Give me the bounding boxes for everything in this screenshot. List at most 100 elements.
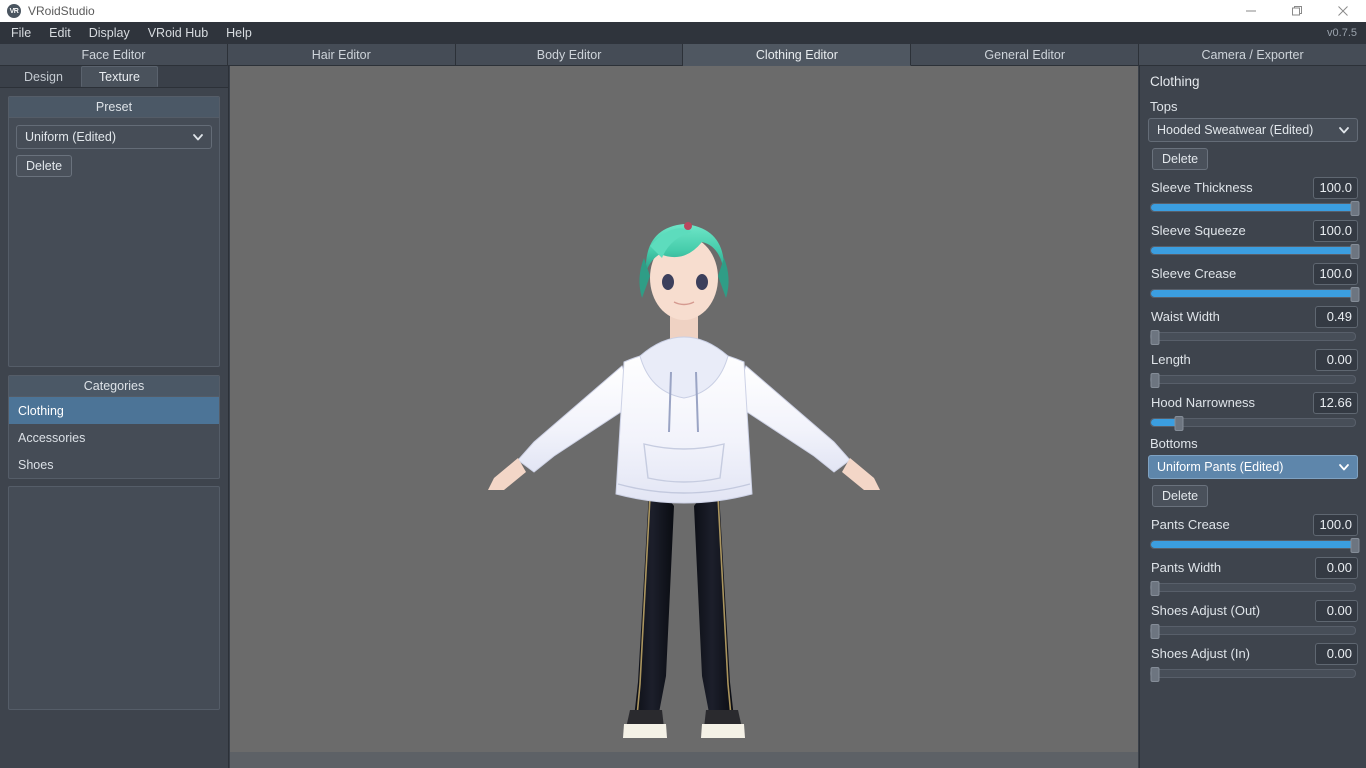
- sub-tab-texture[interactable]: Texture: [80, 66, 158, 87]
- category-item-shoes[interactable]: Shoes: [9, 451, 219, 478]
- param-sleeve-thickness: Sleeve Thickness 100.0: [1146, 172, 1360, 216]
- menu-item-vroid-hub[interactable]: VRoid Hub: [139, 22, 217, 44]
- tops-group-label: Tops: [1150, 99, 1178, 114]
- menu-item-display[interactable]: Display: [80, 22, 139, 44]
- param-slider[interactable]: [1150, 667, 1356, 682]
- bottoms-dropdown-value: Uniform Pants (Edited): [1157, 460, 1284, 474]
- param-slider[interactable]: [1150, 287, 1360, 302]
- right-panel: Clothing Tops Hooded Sweatwear (Edited) …: [1139, 66, 1366, 768]
- bottoms-delete-button[interactable]: Delete: [1152, 485, 1209, 507]
- left-panel-empty-area: [8, 486, 220, 710]
- param-label: Shoes Adjust (In): [1151, 646, 1250, 661]
- tops-dropdown-wrap: Hooded Sweatwear (Edited): [1146, 118, 1360, 142]
- tab-hair-editor[interactable]: Hair Editor: [227, 44, 456, 66]
- version-label: v0.7.5: [1327, 27, 1357, 39]
- param-value[interactable]: 100.0: [1313, 219, 1358, 242]
- tops-delete-button[interactable]: Delete: [1152, 148, 1209, 170]
- param-label: Sleeve Thickness: [1151, 180, 1253, 195]
- param-pants-width: Pants Width 0.00: [1146, 552, 1360, 596]
- maximize-icon[interactable]: [1274, 0, 1320, 22]
- param-length: Length 0.00: [1146, 344, 1360, 388]
- tab-camera-exporter[interactable]: Camera / Exporter: [1139, 44, 1366, 66]
- model-viewport[interactable]: [230, 66, 1138, 752]
- category-item-clothing[interactable]: Clothing: [9, 397, 219, 424]
- chevron-down-icon: [192, 131, 204, 143]
- vroid-studio-window: VR VRoidStudio File Edit Display VRoid H…: [0, 0, 1366, 768]
- tops-delete-wrap: Delete: [1146, 142, 1360, 172]
- hair-accessory: [684, 222, 692, 230]
- hand-left: [488, 458, 526, 490]
- param-label: Waist Width: [1151, 309, 1220, 324]
- eye-left: [662, 274, 674, 290]
- preset-dropdown-value: Uniform (Edited): [25, 130, 116, 144]
- bottoms-dropdown-wrap: Uniform Pants (Edited): [1146, 455, 1360, 479]
- preset-delete-button[interactable]: Delete: [16, 155, 73, 177]
- tab-clothing-editor[interactable]: Clothing Editor: [683, 44, 912, 66]
- param-label: Length: [1151, 352, 1191, 367]
- categories-panel-header: Categories: [9, 376, 219, 397]
- chevron-down-icon: [1338, 124, 1350, 136]
- app-logo-icon: VR: [7, 4, 21, 18]
- minimize-icon[interactable]: [1228, 0, 1274, 22]
- param-slider[interactable]: [1150, 581, 1356, 596]
- param-value[interactable]: 100.0: [1313, 262, 1358, 285]
- categories-list: Clothing Accessories Shoes: [9, 397, 219, 478]
- param-label: Shoes Adjust (Out): [1151, 603, 1261, 618]
- preset-panel-body: Uniform (Edited) Delete: [9, 118, 219, 366]
- menu-item-edit[interactable]: Edit: [40, 22, 80, 44]
- left-panel: Design Texture Preset Uniform (Edited) D…: [0, 66, 229, 768]
- param-slider[interactable]: [1150, 538, 1360, 553]
- param-value[interactable]: 12.66: [1313, 391, 1358, 414]
- tab-body-editor[interactable]: Body Editor: [455, 44, 684, 66]
- character-model: [488, 222, 880, 738]
- chevron-down-icon: [1338, 461, 1350, 473]
- app-title: VRoidStudio: [28, 4, 95, 18]
- eye-right: [696, 274, 708, 290]
- hand-right: [842, 458, 880, 490]
- param-value[interactable]: 0.00: [1315, 642, 1358, 665]
- viewport-bottom-strip: [230, 752, 1138, 768]
- param-waist-width: Waist Width 0.49: [1146, 301, 1360, 345]
- bottoms-dropdown[interactable]: Uniform Pants (Edited): [1148, 455, 1358, 479]
- shoes: [623, 710, 745, 738]
- param-label: Sleeve Squeeze: [1151, 223, 1246, 238]
- preset-panel: Preset Uniform (Edited) Delete: [8, 96, 220, 367]
- close-icon[interactable]: [1320, 0, 1366, 22]
- hair-side-right: [718, 258, 729, 298]
- param-slider[interactable]: [1150, 624, 1356, 639]
- param-slider[interactable]: [1150, 330, 1356, 345]
- tab-face-editor[interactable]: Face Editor: [0, 44, 228, 66]
- title-bar: VR VRoidStudio: [0, 0, 1366, 22]
- tops-dropdown[interactable]: Hooded Sweatwear (Edited): [1148, 118, 1358, 142]
- category-item-accessories[interactable]: Accessories: [9, 424, 219, 451]
- param-label: Pants Crease: [1151, 517, 1230, 532]
- param-shoes-adjust-in: Shoes Adjust (In) 0.00: [1146, 638, 1360, 682]
- menu-item-file[interactable]: File: [2, 22, 40, 44]
- param-sleeve-squeeze: Sleeve Squeeze 100.0: [1146, 215, 1360, 259]
- left-sub-tab-bar: Design Texture: [0, 66, 228, 88]
- param-value[interactable]: 100.0: [1313, 176, 1358, 199]
- param-value[interactable]: 0.00: [1315, 348, 1358, 371]
- editor-tab-bar: Face Editor Hair Editor Body Editor Clot…: [0, 44, 1366, 66]
- preset-dropdown[interactable]: Uniform (Edited): [16, 125, 212, 149]
- menu-item-help[interactable]: Help: [217, 22, 261, 44]
- window-controls: [1228, 0, 1366, 22]
- param-value[interactable]: 0.00: [1315, 556, 1358, 579]
- param-value[interactable]: 0.00: [1315, 599, 1358, 622]
- sub-tab-design[interactable]: Design: [6, 66, 81, 87]
- tops-dropdown-value: Hooded Sweatwear (Edited): [1157, 123, 1314, 137]
- param-hood-narrowness: Hood Narrowness 12.66: [1146, 387, 1360, 431]
- param-value[interactable]: 100.0: [1313, 513, 1358, 536]
- param-value[interactable]: 0.49: [1315, 305, 1358, 328]
- preset-panel-header: Preset: [9, 97, 219, 118]
- param-slider[interactable]: [1150, 416, 1356, 431]
- param-shoes-adjust-out: Shoes Adjust (Out) 0.00: [1146, 595, 1360, 639]
- bottoms-delete-wrap: Delete: [1146, 479, 1360, 509]
- param-slider[interactable]: [1150, 201, 1360, 216]
- param-sleeve-crease: Sleeve Crease 100.0: [1146, 258, 1360, 302]
- param-label: Hood Narrowness: [1151, 395, 1256, 410]
- param-slider[interactable]: [1150, 244, 1360, 259]
- param-slider[interactable]: [1150, 373, 1356, 388]
- tab-general-editor[interactable]: General Editor: [911, 44, 1140, 66]
- param-label: Pants Width: [1151, 560, 1222, 575]
